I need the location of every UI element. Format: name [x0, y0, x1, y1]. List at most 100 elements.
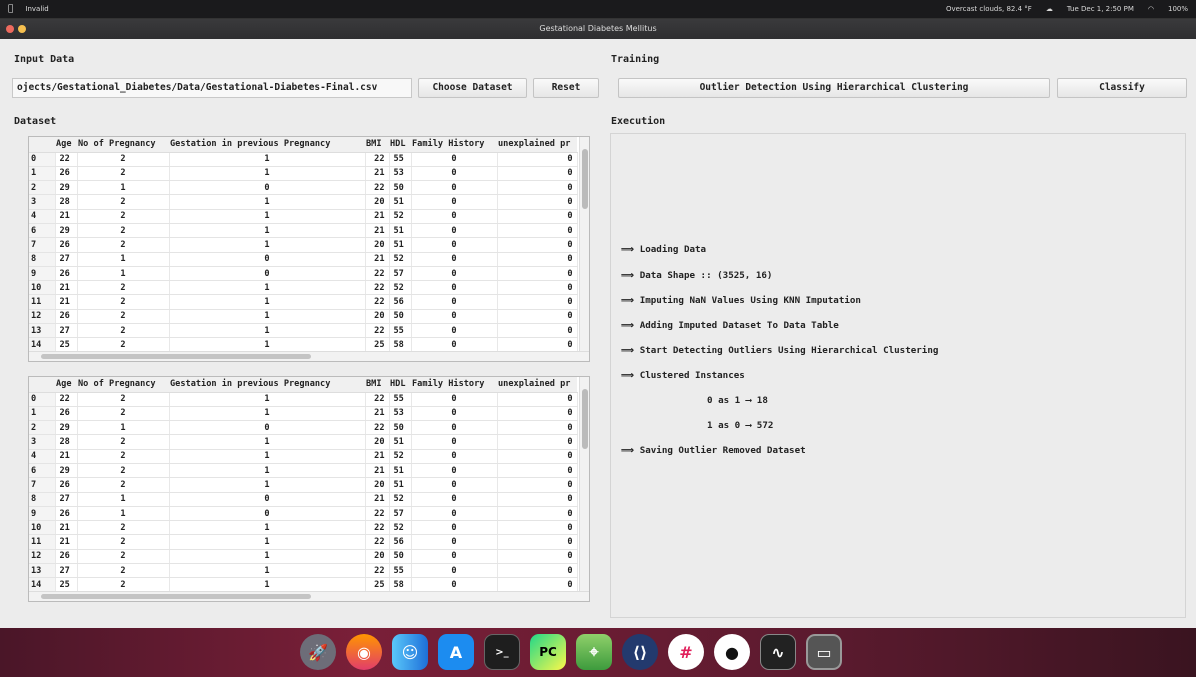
- close-window-button[interactable]: [6, 25, 14, 33]
- row-index[interactable]: 1: [29, 406, 56, 422]
- table-row[interactable]: 11 21 2 1 22 56 0 0: [29, 534, 578, 550]
- table-cell[interactable]: 0: [411, 492, 498, 507]
- column-header[interactable]: unexplained pr: [497, 137, 577, 153]
- table-cell[interactable]: 0: [497, 406, 578, 422]
- column-header[interactable]: Gestation in previous Pregnancy: [169, 137, 365, 153]
- table-cell[interactable]: 51: [389, 434, 412, 450]
- table-cell[interactable]: 1: [169, 406, 366, 422]
- table-cell[interactable]: 0: [411, 577, 498, 593]
- table-cell[interactable]: 1: [169, 463, 366, 479]
- table-row[interactable]: 3 28 2 1 20 51 0 0: [29, 434, 578, 450]
- row-index[interactable]: 0: [29, 392, 56, 407]
- table-cell[interactable]: 2: [77, 549, 170, 565]
- table-cell[interactable]: 0: [411, 166, 498, 182]
- table-cell[interactable]: 51: [389, 477, 412, 493]
- table-cell[interactable]: 0: [411, 252, 498, 267]
- table-cell[interactable]: 2: [77, 434, 170, 450]
- table-cell[interactable]: 50: [389, 549, 412, 565]
- table-cell[interactable]: 25: [55, 577, 78, 593]
- table-cell[interactable]: 56: [389, 534, 412, 550]
- table-cell[interactable]: 1: [169, 549, 366, 565]
- table-cell[interactable]: 0: [411, 266, 498, 282]
- table-cell[interactable]: 22: [365, 506, 390, 522]
- table-cell[interactable]: 0: [411, 223, 498, 239]
- row-index[interactable]: 11: [29, 294, 56, 310]
- table-cell[interactable]: 20: [365, 477, 390, 493]
- table-cell[interactable]: 50: [389, 420, 412, 436]
- table-cell[interactable]: 2: [77, 237, 170, 253]
- table-cell[interactable]: 0: [169, 266, 366, 282]
- table-cell[interactable]: 0: [497, 477, 578, 493]
- activity-monitor-icon[interactable]: ∿: [760, 634, 796, 670]
- table-cell[interactable]: 0: [497, 294, 578, 310]
- table-cell[interactable]: 0: [497, 266, 578, 282]
- table-cell[interactable]: 0: [169, 420, 366, 436]
- table-cell[interactable]: 1: [169, 194, 366, 210]
- table-cell[interactable]: 0: [411, 392, 498, 407]
- table-cell[interactable]: 51: [389, 237, 412, 253]
- table-cell[interactable]: 0: [497, 337, 578, 353]
- minimize-window-button[interactable]: [18, 25, 26, 33]
- app-window-icon[interactable]: ▭: [806, 634, 842, 670]
- table-cell[interactable]: 0: [411, 237, 498, 253]
- choose-dataset-button[interactable]: Choose Dataset: [418, 78, 527, 98]
- table-cell[interactable]: 22: [365, 280, 390, 296]
- row-index[interactable]: 10: [29, 520, 56, 536]
- table-cell[interactable]: 2: [77, 449, 170, 464]
- table-cell[interactable]: 26: [55, 166, 78, 182]
- table-cell[interactable]: 0: [411, 520, 498, 536]
- column-header[interactable]: BMI: [365, 137, 389, 153]
- table-cell[interactable]: 21: [55, 209, 78, 224]
- row-index[interactable]: 3: [29, 434, 56, 450]
- table-cell[interactable]: 52: [389, 492, 412, 507]
- table-cell[interactable]: 52: [389, 449, 412, 464]
- table-cell[interactable]: 57: [389, 266, 412, 282]
- table-row[interactable]: 10 21 2 1 22 52 0 0: [29, 520, 578, 536]
- table-cell[interactable]: 0: [497, 492, 578, 507]
- classify-button[interactable]: Classify: [1057, 78, 1187, 98]
- table-cell[interactable]: 21: [365, 449, 390, 464]
- app-name[interactable]: Invalid: [25, 5, 48, 13]
- table-cell[interactable]: 2: [77, 520, 170, 536]
- table-row[interactable]: 3 28 2 1 20 51 0 0: [29, 194, 578, 210]
- table-cell[interactable]: 0: [497, 194, 578, 210]
- pycharm-icon[interactable]: PC: [530, 634, 566, 670]
- row-index[interactable]: 0: [29, 152, 56, 167]
- table-cell[interactable]: 1: [169, 237, 366, 253]
- table-cell[interactable]: 21: [55, 294, 78, 310]
- table-cell[interactable]: 2: [77, 323, 170, 339]
- table-cell[interactable]: 1: [169, 434, 366, 450]
- table-cell[interactable]: 0: [411, 294, 498, 310]
- table-row[interactable]: 13 27 2 1 22 55 0 0: [29, 563, 578, 579]
- table-cell[interactable]: 0: [169, 492, 366, 507]
- table-cell[interactable]: 1: [169, 166, 366, 182]
- row-index[interactable]: 2: [29, 420, 56, 436]
- finder-icon[interactable]: ☺: [392, 634, 428, 670]
- table-cell[interactable]: 1: [77, 180, 170, 196]
- column-header[interactable]: BMI: [365, 377, 389, 393]
- table-cell[interactable]: 0: [497, 280, 578, 296]
- table-row[interactable]: 8 27 1 0 21 52 0 0: [29, 252, 578, 267]
- table-cell[interactable]: 0: [497, 392, 578, 407]
- table-cell[interactable]: 0: [411, 194, 498, 210]
- column-header[interactable]: Age: [55, 377, 77, 393]
- firefox-icon[interactable]: ◉: [346, 634, 382, 670]
- table-cell[interactable]: 1: [169, 309, 366, 325]
- table-cell[interactable]: 0: [497, 449, 578, 464]
- table-cell[interactable]: 0: [411, 477, 498, 493]
- table-cell[interactable]: 2: [77, 194, 170, 210]
- column-header[interactable]: [29, 377, 55, 393]
- table-cell[interactable]: 22: [365, 266, 390, 282]
- table-cell[interactable]: 0: [497, 180, 578, 196]
- table-cell[interactable]: 27: [55, 323, 78, 339]
- table-cell[interactable]: 0: [411, 434, 498, 450]
- table-cell[interactable]: 1: [169, 223, 366, 239]
- table-cell[interactable]: 22: [365, 180, 390, 196]
- table-cell[interactable]: 2: [77, 280, 170, 296]
- table-cell[interactable]: 1: [77, 266, 170, 282]
- table-cell[interactable]: 1: [169, 337, 366, 353]
- table-cell[interactable]: 20: [365, 237, 390, 253]
- table-cell[interactable]: 0: [411, 449, 498, 464]
- table-cell[interactable]: 22: [55, 152, 78, 167]
- table-cell[interactable]: 0: [497, 166, 578, 182]
